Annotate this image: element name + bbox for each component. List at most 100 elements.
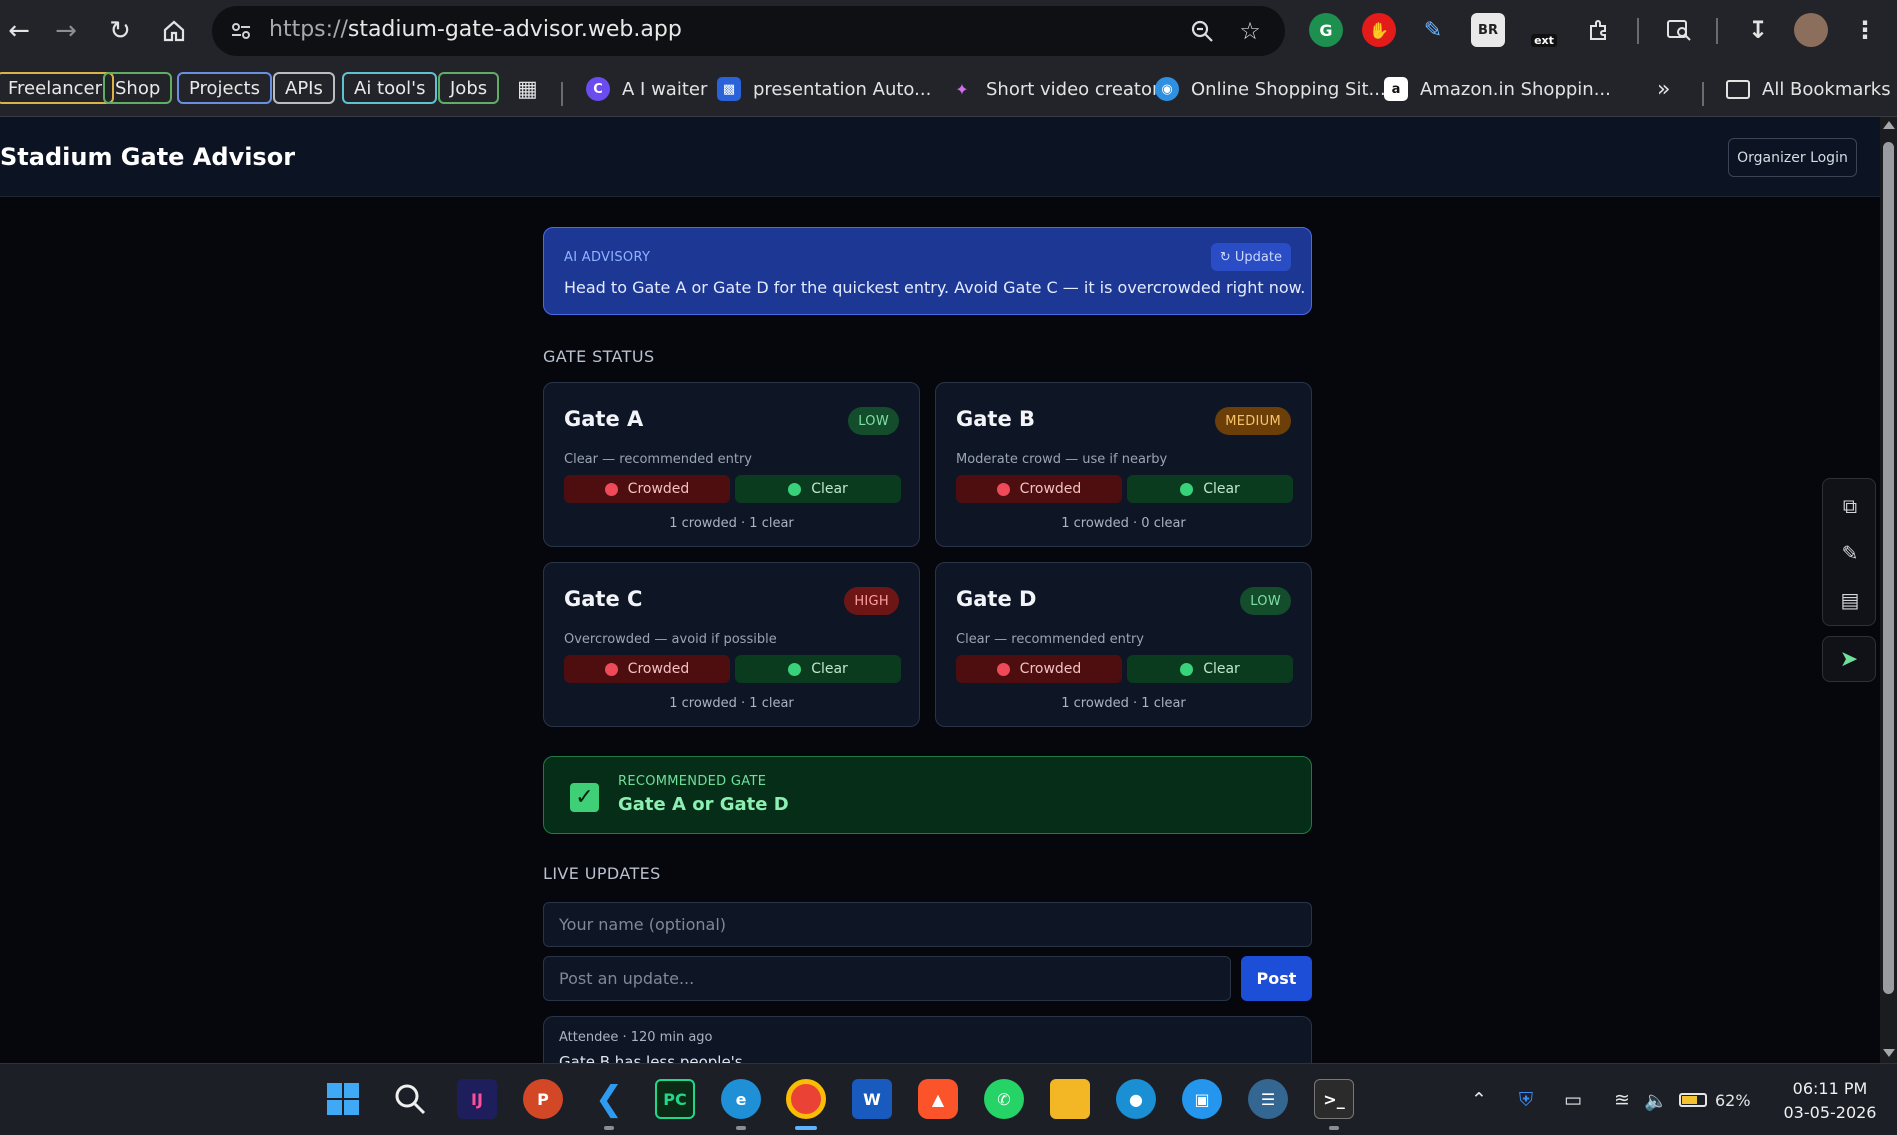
vote-crowded-button[interactable]: Crowded xyxy=(956,475,1122,503)
forward-icon[interactable]: → xyxy=(47,12,85,50)
site-settings-icon[interactable] xyxy=(226,16,256,46)
recommended-value: Gate A or Gate D xyxy=(618,794,789,815)
bookmark-chip-apis[interactable]: APIs xyxy=(273,72,335,104)
running-indicator xyxy=(736,1126,746,1130)
rocket-icon[interactable]: ➤ xyxy=(1822,636,1876,682)
file-explorer-icon[interactable] xyxy=(1050,1079,1090,1119)
highlighter-icon[interactable]: ✎ xyxy=(1416,13,1450,47)
tab-search-icon[interactable] xyxy=(1662,13,1696,47)
bookmark-chip-ai-tools[interactable]: Ai tool's xyxy=(342,72,438,104)
toolbar-divider xyxy=(1637,18,1639,44)
red-dot-icon xyxy=(604,662,618,676)
search-icon[interactable] xyxy=(390,1079,430,1119)
download-icon[interactable]: ↧ xyxy=(1741,13,1775,47)
zoom-icon[interactable] xyxy=(1187,16,1217,46)
bookmark-star-icon[interactable]: ☆ xyxy=(1235,16,1265,46)
postgresql-icon[interactable]: ☰ xyxy=(1248,1079,1288,1119)
red-dot-icon xyxy=(996,662,1010,676)
system-clock[interactable]: 06:11 PM 03-05-2026 xyxy=(1775,1077,1885,1125)
scroll-down-icon[interactable] xyxy=(1883,1049,1895,1057)
defender-shield-icon[interactable]: ⛨ xyxy=(1514,1088,1538,1112)
magic-edit-icon[interactable]: ✎ xyxy=(1835,538,1865,568)
scroll-thumb[interactable] xyxy=(1883,142,1894,994)
vscode-icon[interactable]: ❮ xyxy=(589,1079,629,1119)
advisory-text: Head to Gate A or Gate D for the quickes… xyxy=(564,278,1306,297)
chrome-icon[interactable] xyxy=(786,1079,826,1119)
bookmarks-overflow-icon[interactable]: » xyxy=(1657,74,1670,104)
extensions-puzzle-icon[interactable] xyxy=(1582,13,1616,47)
windows-taskbar: IJ P ❮ PC e W ▲ ✆ ● ▣ ☰ >_ ⌃ ⛨ ▭ ≊ 🔈 62%… xyxy=(0,1063,1897,1135)
organizer-login-button[interactable]: Organizer Login xyxy=(1728,138,1857,177)
address-bar-row: ← → ↻ https://stadium-gate-advisor.web.a… xyxy=(0,0,1897,62)
all-bookmarks[interactable]: All Bookmarks xyxy=(1726,74,1891,104)
docker-icon[interactable]: ▣ xyxy=(1182,1079,1222,1119)
calendar-edit-icon[interactable]: ▤ xyxy=(1835,585,1865,615)
copy-icon[interactable]: ⧉ xyxy=(1835,491,1865,521)
bookmark-chip-jobs[interactable]: Jobs xyxy=(438,72,500,104)
bookmark-online-shopping[interactable]: ◉ Online Shopping Sit... xyxy=(1155,74,1386,104)
vote-clear-button[interactable]: Clear xyxy=(735,475,901,503)
block-extension-icon[interactable]: ✋ xyxy=(1362,13,1396,47)
vote-crowded-button[interactable]: Crowded xyxy=(564,475,730,503)
br-extension-icon[interactable]: BR xyxy=(1471,13,1505,47)
red-dot-icon xyxy=(996,482,1010,496)
advisory-label: AI ADVISORY xyxy=(564,250,651,265)
toolbar-divider xyxy=(1716,18,1718,44)
omnibox[interactable]: https://stadium-gate-advisor.web.app ☆ xyxy=(212,6,1285,56)
start-windows-icon[interactable] xyxy=(323,1079,363,1119)
update-input[interactable] xyxy=(543,956,1231,1001)
edge-icon[interactable]: e xyxy=(721,1079,761,1119)
bookmarks-divider xyxy=(561,82,563,106)
powerpoint-icon[interactable]: P xyxy=(523,1079,563,1119)
gate-status-heading: GATE STATUS xyxy=(543,347,655,366)
vote-clear-button[interactable]: Clear xyxy=(735,655,901,683)
pycharm-icon[interactable]: PC xyxy=(655,1079,695,1119)
vote-clear-button[interactable]: Clear xyxy=(1127,475,1293,503)
back-icon[interactable]: ← xyxy=(0,12,38,50)
scroll-up-icon[interactable] xyxy=(1883,121,1895,129)
url-text[interactable]: https://stadium-gate-advisor.web.app xyxy=(269,17,682,42)
bookmark-chip-projects[interactable]: Projects xyxy=(177,72,272,104)
bookmark-chip-freelancer[interactable]: Freelancer xyxy=(0,72,115,104)
vote-clear-button[interactable]: Clear xyxy=(1127,655,1293,683)
green-dot-icon xyxy=(788,662,802,676)
bookmark-amazon[interactable]: a Amazon.in Shoppin... xyxy=(1384,74,1611,104)
page-scrollbar[interactable] xyxy=(1880,117,1897,1063)
vote-counts: 1 crowded · 0 clear xyxy=(1061,516,1186,531)
crowd-level-badge: MEDIUM xyxy=(1215,407,1291,435)
volume-icon[interactable]: 🔈 xyxy=(1644,1088,1668,1112)
crowd-level-badge: HIGH xyxy=(844,587,899,615)
display-icon[interactable]: ▭ xyxy=(1561,1088,1585,1112)
wifi-icon[interactable]: ≊ xyxy=(1610,1088,1634,1112)
profile-avatar[interactable] xyxy=(1794,13,1828,47)
clock-date: 03-05-2026 xyxy=(1783,1103,1877,1122)
running-indicator xyxy=(604,1126,614,1130)
home-icon[interactable] xyxy=(155,12,193,50)
vote-crowded-button[interactable]: Crowded xyxy=(564,655,730,683)
reload-icon[interactable]: ↻ xyxy=(101,12,139,50)
red-dot-icon xyxy=(604,482,618,496)
short-video-favicon: ✦ xyxy=(955,79,969,99)
intellij-icon[interactable]: IJ xyxy=(457,1079,497,1119)
word-icon[interactable]: W xyxy=(852,1079,892,1119)
penguin-app-icon[interactable]: ● xyxy=(1116,1079,1156,1119)
battery-indicator[interactable]: 62% xyxy=(1679,1088,1763,1112)
tray-chevron-up-icon[interactable]: ⌃ xyxy=(1467,1088,1491,1112)
apps-grid-icon[interactable]: ▦ xyxy=(517,74,538,104)
vote-crowded-button[interactable]: Crowded xyxy=(956,655,1122,683)
post-button[interactable]: Post xyxy=(1241,956,1312,1001)
whatsapp-icon[interactable]: ✆ xyxy=(984,1079,1024,1119)
bookmark-ai-waiter[interactable]: C A I waiter xyxy=(586,74,707,104)
name-input[interactable] xyxy=(543,902,1312,947)
bookmark-chip-shop[interactable]: Shop xyxy=(103,72,173,104)
ext-extension-icon[interactable]: ext xyxy=(1527,13,1561,47)
bookmark-presentation[interactable]: ▩ presentation Auto... xyxy=(717,74,931,104)
bookmarks-divider xyxy=(1702,82,1704,106)
advisory-update-button[interactable]: ↻ Update xyxy=(1210,243,1291,271)
brave-icon[interactable]: ▲ xyxy=(918,1079,958,1119)
grammarly-icon[interactable]: G xyxy=(1309,13,1343,47)
menu-kebab-icon[interactable]: ⋮ xyxy=(1848,13,1882,47)
bookmark-short-video[interactable]: ✦ Short video creator xyxy=(950,74,1159,104)
gate-description: Clear — recommended entry xyxy=(564,452,752,467)
terminal-icon[interactable]: >_ xyxy=(1314,1079,1354,1119)
